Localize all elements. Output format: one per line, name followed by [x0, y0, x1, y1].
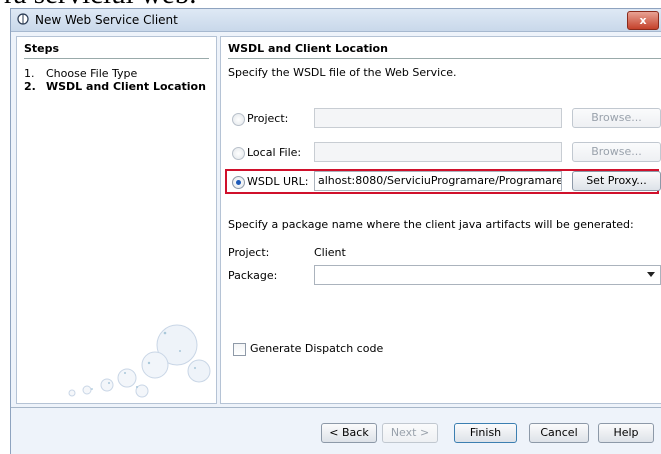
generate-dispatch-checkbox[interactable]	[233, 343, 246, 356]
wsdl-location-panel: WSDL and Client Location Specify the WSD…	[220, 36, 661, 404]
project-label: Project:	[228, 246, 270, 259]
wsdl-url-input[interactable]: alhost:8080/ServiciuProgramare/Programar…	[314, 171, 562, 191]
package-combobox[interactable]	[314, 265, 661, 285]
step-choose-file-type: 1. Choose File Type	[24, 67, 137, 80]
title-bar: New Web Service Client x	[11, 9, 661, 32]
footer-divider	[11, 407, 661, 408]
wsdl-url-radio[interactable]	[232, 176, 245, 189]
finish-button[interactable]: Finish	[454, 423, 517, 443]
step-number: 1.	[24, 67, 35, 80]
package-instruction: Specify a package name where the client …	[228, 218, 634, 231]
local-file-radio[interactable]	[232, 147, 245, 160]
decorative-bubbles-art	[68, 324, 211, 398]
generate-dispatch-label: Generate Dispatch code	[250, 342, 384, 355]
step-wsdl-client-location: 2. WSDL and Client Location	[24, 80, 206, 93]
chevron-down-icon[interactable]	[647, 272, 655, 277]
step-number: 2.	[24, 80, 36, 93]
steps-panel: Steps 1. Choose File Type 2. WSDL and Clie…	[16, 36, 217, 404]
project-radio-label: Project:	[247, 112, 289, 125]
package-label: Package:	[228, 269, 278, 282]
project-radio[interactable]	[232, 113, 245, 126]
window-title: New Web Service Client	[35, 13, 178, 27]
close-icon: x	[639, 14, 647, 27]
divider	[24, 58, 209, 59]
dialog-window: New Web Service Client x Steps 1. Choose …	[10, 8, 661, 454]
local-file-field[interactable]	[314, 142, 562, 162]
panel-heading: WSDL and Client Location	[228, 42, 388, 55]
cancel-button[interactable]: Cancel	[529, 423, 589, 443]
close-button[interactable]: x	[627, 11, 659, 30]
wsdl-url-radio-label: WSDL URL:	[247, 175, 309, 188]
next-button[interactable]: Next >	[382, 423, 438, 443]
set-proxy-button[interactable]: Set Proxy...	[572, 171, 661, 191]
divider	[228, 58, 661, 59]
help-button[interactable]: Help	[598, 423, 654, 443]
back-button[interactable]: < Back	[321, 423, 377, 443]
step-label: Choose File Type	[46, 67, 138, 80]
web-service-icon	[17, 13, 29, 25]
local-file-browse-button[interactable]: Browse...	[572, 142, 661, 162]
step-label: WSDL and Client Location	[46, 80, 206, 93]
steps-heading: Steps	[24, 42, 60, 55]
local-file-radio-label: Local File:	[247, 146, 302, 159]
project-browse-button[interactable]: Browse...	[572, 108, 661, 128]
project-field[interactable]	[314, 108, 562, 128]
project-value: Client	[314, 246, 346, 259]
wsdl-instruction: Specify the WSDL file of the Web Service…	[228, 66, 457, 79]
